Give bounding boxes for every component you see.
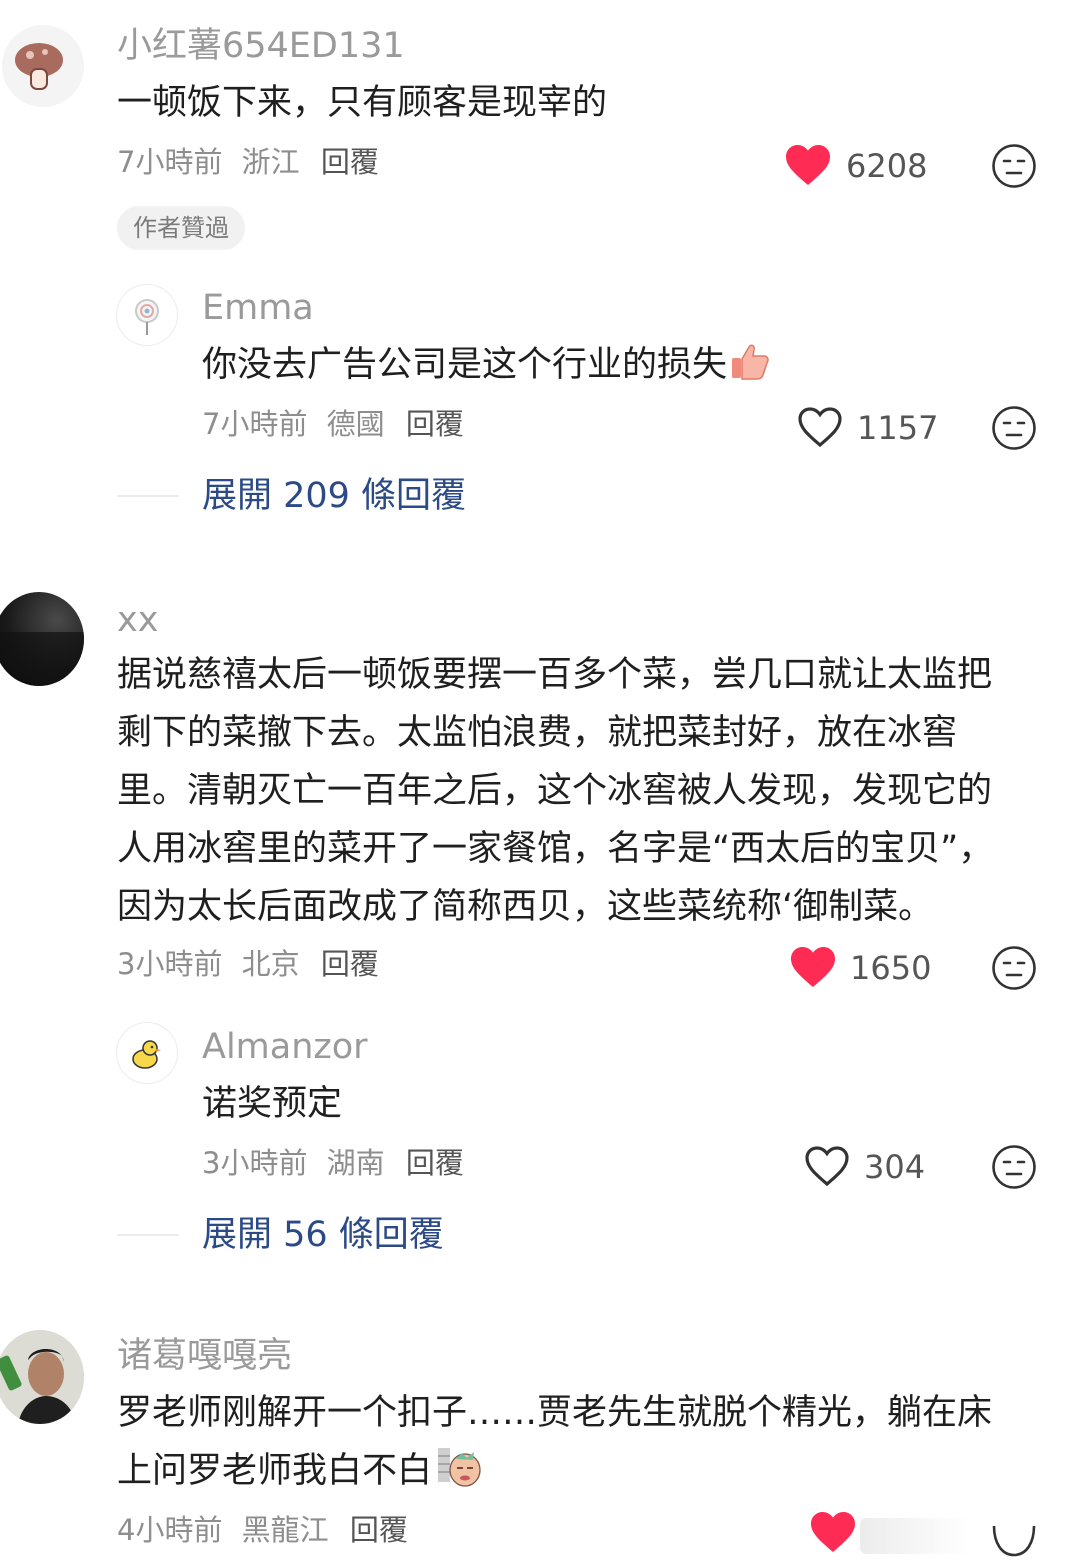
like-count-faded: [860, 1518, 970, 1554]
meh-face-icon[interactable]: [991, 1144, 1037, 1190]
like-count: 304: [864, 1148, 926, 1186]
heart-icon[interactable]: [796, 405, 844, 449]
comment-text: 一顿饭下来，只有顾客是现宰的: [117, 83, 608, 123]
comment-time: 7小時前: [117, 145, 223, 179]
avatar[interactable]: [0, 592, 84, 686]
thumbs-up-emoji: [732, 344, 769, 380]
reply-button[interactable]: 回覆: [321, 145, 379, 179]
reply-text: 诺奖预定: [202, 1084, 343, 1124]
reply-author[interactable]: Emma: [202, 286, 314, 330]
comment-author[interactable]: 小红薯654ED131: [117, 24, 405, 68]
reply-location: 湖南: [326, 1146, 385, 1180]
duck-icon: [132, 1040, 161, 1069]
person-photo-avatar: [0, 1330, 84, 1424]
avatar[interactable]: [116, 284, 178, 346]
divider: [117, 495, 179, 497]
comment-time: 4小時前: [117, 1513, 223, 1547]
comment-location: 北京: [241, 947, 300, 981]
meh-face-icon[interactable]: [991, 143, 1037, 189]
heart-icon[interactable]: [784, 143, 832, 187]
like-count: 1157: [857, 409, 939, 447]
comment-text-line: 剩下的菜撤下去。太监怕浪费，就把菜封好，放在冰窖: [117, 713, 958, 753]
reply-button[interactable]: 回覆: [350, 1513, 408, 1547]
comment-meta: 3小時前 北京 回覆: [117, 944, 379, 984]
reply-text: 你没去广告公司是这个行业的损失: [202, 336, 771, 394]
like-count: 6208: [846, 147, 928, 185]
like-count: 1650: [850, 949, 932, 987]
expand-replies-link[interactable]: 展開 56 條回覆: [202, 1213, 444, 1257]
meh-face-icon[interactable]: [991, 945, 1037, 991]
author-liked-badge: 作者贊過: [117, 206, 245, 250]
comment-text-line: 上问罗老师我白不白: [117, 1442, 484, 1500]
reply-meta: 3小時前 湖南 回覆: [202, 1143, 464, 1183]
comment-author[interactable]: 诸葛嘎嘎亮: [117, 1334, 292, 1378]
heart-icon[interactable]: [789, 945, 837, 989]
reply-meta: 7小時前 德國 回覆: [202, 404, 464, 444]
divider: [117, 1234, 179, 1236]
comment-author[interactable]: xx: [117, 598, 158, 642]
lollipop-icon: [135, 299, 159, 335]
meh-face-icon[interactable]: [991, 1512, 1037, 1558]
comment-text-line: 因为太长后面改成了简称西贝，这些菜统称‘御制菜。: [117, 887, 934, 927]
comment-meta: 7小時前 浙江 回覆: [117, 142, 379, 182]
heart-icon[interactable]: [809, 1510, 857, 1554]
comment-text-line: 里。清朝灭亡一百年之后，这个冰窖被人发现，发现它的: [117, 771, 993, 811]
mushroom-icon: [15, 43, 63, 90]
comment-text-line: 据说慈禧太后一顿饭要摆一百多个菜，尝几口就让太监把: [117, 655, 993, 695]
face-sticker-emoji: [438, 1448, 481, 1487]
comment-meta: 4小時前 黑龍江 回覆: [117, 1510, 408, 1550]
reply-button[interactable]: 回覆: [321, 947, 379, 981]
reply-button[interactable]: 回覆: [406, 1146, 464, 1180]
comment-text-line: 人用冰窖里的菜开了一家餐馆，名字是“西太后的宝贝”，: [117, 829, 994, 869]
avatar[interactable]: [2, 25, 84, 107]
avatar[interactable]: [0, 1330, 84, 1424]
comment-time: 3小時前: [117, 947, 223, 981]
meh-face-icon[interactable]: [991, 405, 1037, 451]
reply-author[interactable]: Almanzor: [202, 1025, 368, 1069]
expand-replies-link[interactable]: 展開 209 條回覆: [202, 474, 466, 518]
reply-button[interactable]: 回覆: [406, 407, 464, 441]
reply-location: 德國: [326, 407, 385, 441]
reply-time: 7小時前: [202, 407, 308, 441]
reply-time: 3小時前: [202, 1146, 308, 1180]
comment-location: 浙江: [241, 145, 300, 179]
heart-icon[interactable]: [803, 1144, 851, 1188]
avatar[interactable]: [116, 1022, 178, 1084]
dark-photo-avatar: [0, 632, 84, 686]
comment-text-line: 罗老师刚解开一个扣子……贾老先生就脱个精光，躺在床: [117, 1393, 993, 1433]
comment-location: 黑龍江: [241, 1513, 329, 1547]
